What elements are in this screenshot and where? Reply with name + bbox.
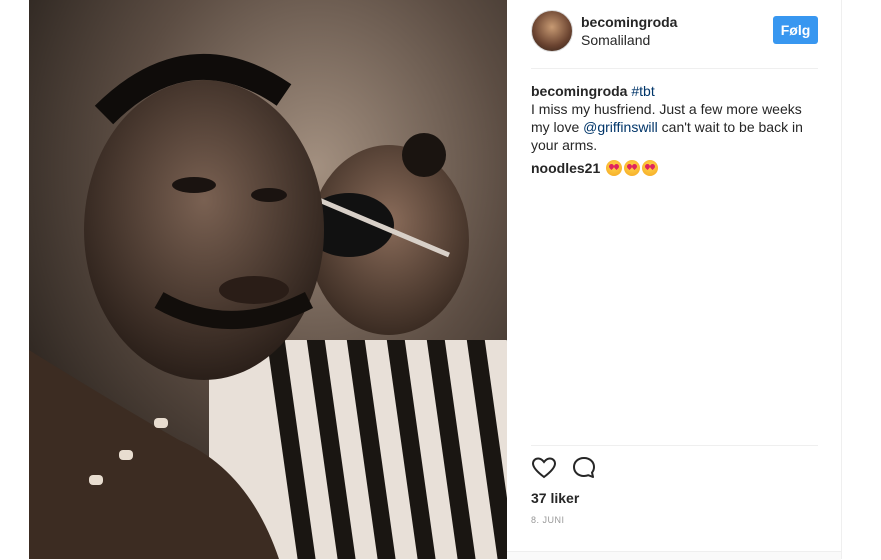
heart-eyes-emoji [606,160,622,176]
page-margin [0,0,29,559]
heart-eyes-emoji [642,160,658,176]
avatar[interactable] [531,10,573,52]
comment: noodles21 [531,159,658,177]
heart-eyes-emoji [624,160,640,176]
post-header: becomingroda Somaliland Følg [531,10,818,68]
follow-button[interactable]: Følg [773,16,818,44]
post-photo[interactable] [29,0,507,559]
post-sidebar: becomingroda Somaliland Følg becomingrod… [507,0,842,559]
comment-username[interactable]: noodles21 [531,160,600,176]
speech-bubble-icon[interactable] [571,455,597,481]
actions-divider [531,445,818,446]
header-divider [531,68,818,69]
header-username[interactable]: becomingroda [581,14,677,30]
like-count[interactable]: 37 liker [531,490,579,506]
post-date: 8. JUNI [531,515,565,525]
caption-username[interactable]: becomingroda [531,83,627,99]
caption-mention[interactable]: @griffinswill [583,119,658,135]
post-actions [531,455,631,481]
location-link[interactable]: Somaliland [581,32,650,48]
caption-hashtag[interactable]: #tbt [631,83,654,99]
caption: becomingroda #tbt I miss my husfriend. J… [531,82,821,154]
heart-outline-icon[interactable] [531,455,557,481]
